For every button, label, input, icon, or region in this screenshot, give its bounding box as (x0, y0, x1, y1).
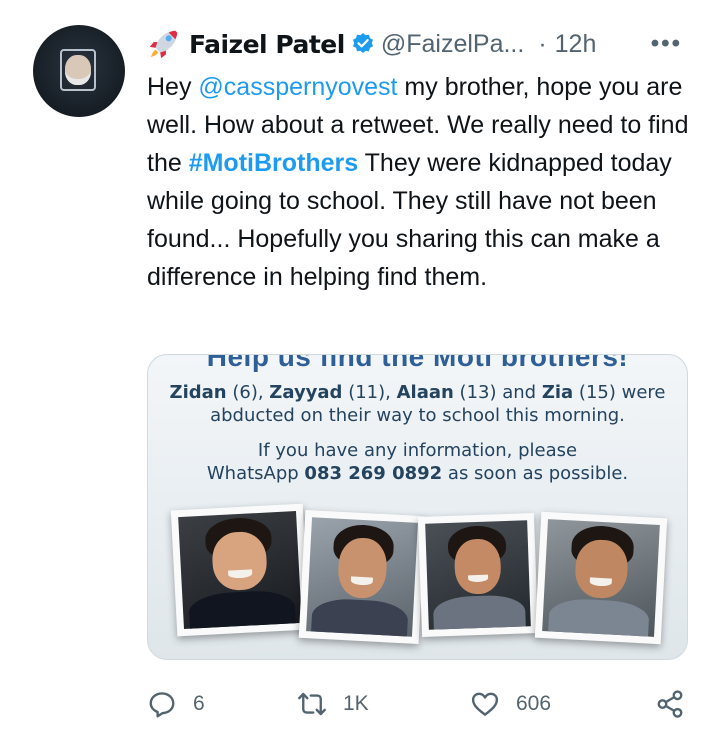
reply-icon (149, 692, 175, 718)
age-2: (11), (348, 382, 397, 403)
poster-line-3: If you have any information, please (257, 440, 578, 461)
poster-line-1: Zidan (6), Zayyad (11), Alaan (13) and Z… (148, 381, 687, 404)
name-4: Zia (541, 382, 574, 403)
child-photo-4 (534, 511, 668, 645)
name-1: Zidan (169, 382, 227, 403)
child-photo-1 (170, 503, 310, 637)
poster-line-4-suffix: as soon as possible. (442, 463, 629, 484)
hashtag-link[interactable]: #MotiBrothers (189, 149, 358, 177)
mention-link[interactable]: @casspernyovest (198, 73, 397, 101)
share-button[interactable] (655, 689, 685, 719)
display-name[interactable]: Faizel Patel (189, 30, 345, 59)
age-3: (13) and (459, 382, 542, 403)
verified-badge-icon (352, 33, 373, 53)
share-icon (657, 690, 683, 718)
like-icon (471, 692, 499, 716)
child-photo-3 (417, 513, 539, 637)
age-4: (15) were (578, 382, 666, 403)
handle[interactable]: @FaizelPa... (381, 30, 524, 59)
avatar-face (65, 55, 91, 85)
child-photo-2 (298, 509, 426, 645)
reply-count: 6 (193, 692, 205, 715)
timestamp[interactable]: 12h (555, 30, 597, 59)
separator: · (538, 29, 547, 58)
like-count: 606 (516, 692, 552, 715)
avatar[interactable] (33, 25, 125, 117)
reply-button[interactable]: 6 (147, 689, 205, 719)
whatsapp-label: WhatsApp (206, 463, 305, 484)
more-icon[interactable]: ••• (651, 30, 682, 58)
retweet-icon (298, 692, 326, 716)
tweet-media-image[interactable]: Help us find the Moti brothers! Zidan (6… (147, 354, 688, 660)
poster-body: Zidan (6), Zayyad (11), Alaan (13) and Z… (148, 381, 687, 485)
tweet-text: Hey @casspernyovest my brother, hope you… (147, 68, 697, 296)
tweet-actions: 6 1K 606 (147, 684, 692, 724)
poster-line-4: WhatsApp 083 269 0892 as soon as possibl… (148, 462, 687, 485)
tweet-header: Faizel Patel @FaizelPa... · 12h ••• (147, 24, 692, 64)
retweet-button[interactable]: 1K (297, 689, 369, 719)
poster-line-2: abducted on their way to school this mor… (210, 405, 625, 426)
phone-number: 083 269 0892 (304, 463, 443, 484)
retweet-count: 1K (343, 692, 369, 715)
name-2: Zayyad (269, 382, 343, 403)
name-3: Alaan (396, 382, 454, 403)
rocket-icon (149, 30, 178, 59)
poster-heading: Help us find the Moti brothers! (206, 354, 629, 372)
like-button[interactable]: 606 (470, 689, 551, 719)
text-part: Hey (147, 73, 199, 101)
age-1: (6), (232, 382, 270, 403)
